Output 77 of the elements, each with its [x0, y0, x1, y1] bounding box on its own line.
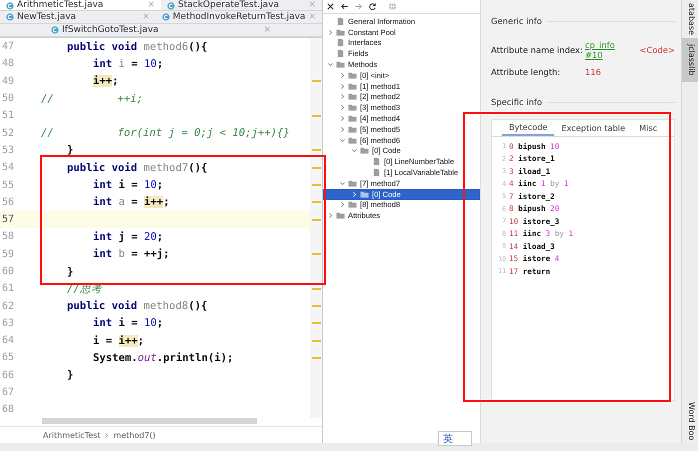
field-value: 116	[585, 67, 601, 77]
code-line: int b = ++j;	[92, 248, 171, 260]
section-title: Specific info	[491, 97, 542, 107]
code-line: int i = 10;	[92, 179, 164, 192]
tab-label: StackOperateTest.java	[178, 0, 279, 10]
code-line: System.out.println(i);	[92, 352, 234, 364]
class-file-icon	[162, 13, 170, 21]
refresh-icon[interactable]	[368, 2, 377, 11]
back-arrow-icon[interactable]	[340, 2, 349, 11]
line-number: 56	[1, 196, 16, 208]
code-line: // for(int j = 0;j < 10;j++){}	[40, 127, 291, 140]
tab[interactable]: Bytecode	[502, 120, 554, 136]
line-number: 55	[1, 180, 16, 191]
breadcrumb-item[interactable]: ArithmeticTest	[43, 430, 100, 440]
breadcrumb-item[interactable]: method7()	[113, 430, 156, 440]
line-number: 66	[1, 370, 16, 381]
line-number: 49	[1, 76, 16, 87]
section-title: Generic info	[491, 16, 542, 26]
line-number: 52	[1, 128, 16, 139]
code-line: public void method7(){	[66, 162, 208, 174]
collapse-chevron-icon	[339, 180, 346, 187]
chevron-icon	[103, 432, 110, 438]
line-number: 64	[1, 335, 16, 346]
line-number: 51	[1, 110, 16, 122]
file-tab[interactable]: IfSwitchGotoTest.java ×	[45, 24, 277, 36]
line-number: 59	[1, 248, 16, 260]
tool-window-tab[interactable]: jclasslib	[682, 38, 698, 82]
line-number: 54	[1, 162, 16, 174]
line-number: 50	[1, 93, 16, 104]
tab-label: IfSwitchGotoTest.java	[62, 25, 159, 35]
folder-icon	[336, 28, 345, 37]
tab[interactable]: Exception table	[554, 120, 632, 136]
tab[interactable]: Misc	[632, 120, 664, 136]
class-file-icon	[6, 13, 14, 21]
line-number: 63	[1, 318, 16, 329]
scrollbar-thumb[interactable]	[42, 418, 257, 424]
line-number: 61	[1, 283, 16, 294]
field-label: Attribute length:	[491, 67, 562, 77]
ime-toolbar[interactable]: 英	[438, 431, 472, 446]
tab-label: NewTest.java	[17, 12, 76, 22]
file-tab[interactable]: NewTest.java ×	[0, 11, 156, 23]
line-number: 48	[1, 58, 16, 70]
field-value: <Code>	[640, 45, 675, 55]
expand-chevron-icon	[327, 28, 334, 36]
class-file-icon	[51, 26, 59, 34]
code-line: }	[66, 369, 74, 382]
code-line: int i = 10;	[92, 317, 164, 330]
code-line: // ++i;	[40, 92, 144, 105]
class-file-icon	[6, 2, 14, 10]
tab-label: MethodInvokeReturnTest.java	[172, 12, 306, 22]
file-icon	[336, 16, 345, 26]
line-number: 67	[1, 387, 16, 398]
code-line: int j = 20;	[92, 230, 164, 243]
code-line: i = i++;	[92, 334, 146, 347]
code-line: public void method6(){	[66, 40, 208, 53]
code-line: }	[66, 266, 74, 278]
line-number: 47	[1, 41, 16, 52]
class-file-icon	[167, 2, 175, 10]
collapse-chevron-icon	[327, 61, 334, 68]
file-tab[interactable]: MethodInvokeReturnTest.java ×	[156, 11, 322, 23]
tab-label: ArithmeticTest.java	[17, 0, 104, 10]
code-line: int i = 10;	[92, 58, 164, 70]
file-tab[interactable]: StackOperateTest.java ×	[161, 0, 322, 10]
code-line: public void method8(){	[66, 300, 208, 312]
line-number: 65	[1, 352, 16, 364]
tool-window-tab[interactable]: atabase	[682, 0, 698, 38]
file-tab[interactable]: ArithmeticTest.java ×	[0, 0, 161, 10]
close-icon[interactable]	[326, 2, 335, 11]
tool-window-tab[interactable]: Word Boo	[682, 398, 698, 443]
code-line: int a = i++;	[92, 196, 171, 208]
line-number: 68	[1, 404, 16, 416]
line-number: 60	[1, 266, 16, 277]
line-number: 62	[1, 300, 16, 312]
line-number: 58	[1, 231, 16, 242]
line-number: 57	[1, 214, 16, 226]
line-number: 53	[1, 144, 16, 156]
code-line: }	[66, 144, 74, 156]
